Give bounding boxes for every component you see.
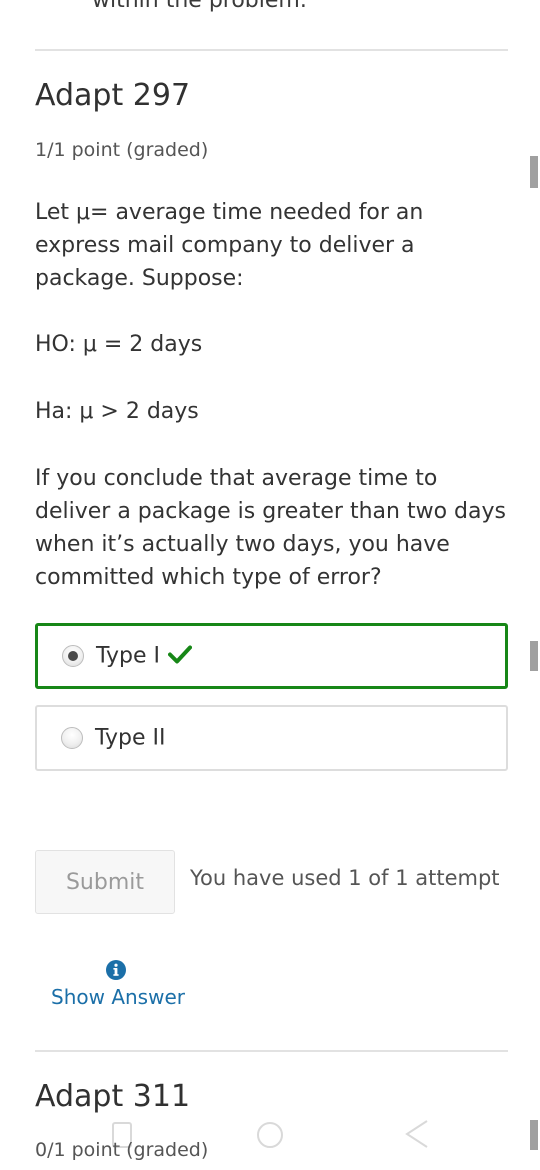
question-text: If you conclude that average time to del… xyxy=(35,466,506,590)
choice-label-type-ii: Type II xyxy=(95,725,166,751)
recent-apps-icon[interactable] xyxy=(112,1122,132,1148)
choice-type-i[interactable]: Type I xyxy=(35,623,508,689)
problem-intro: Let μ= average time needed for an expres… xyxy=(35,200,424,291)
back-icon[interactable] xyxy=(403,1119,429,1149)
scrollbar-marker xyxy=(530,156,538,188)
choice-label-type-i: Type I xyxy=(96,643,193,669)
section-divider xyxy=(35,1050,508,1052)
scrollbar-marker xyxy=(530,1120,538,1150)
next-problem-title: Adapt 311 xyxy=(35,1079,191,1114)
problem-title: Adapt 297 xyxy=(35,78,191,113)
clipped-instruction-text: within the problem. xyxy=(92,0,307,13)
info-icon[interactable] xyxy=(106,960,126,980)
problem-page: within the problem. Adapt 297 1/1 point … xyxy=(0,0,540,1170)
correct-check-icon xyxy=(168,645,193,664)
alternative-hypothesis: Ha: μ > 2 days xyxy=(35,399,199,424)
radio-type-ii[interactable] xyxy=(61,727,83,749)
submit-button[interactable]: Submit xyxy=(35,850,175,914)
attempts-counter: You have used 1 of 1 attempt xyxy=(190,866,500,890)
home-icon[interactable] xyxy=(255,1120,285,1150)
problem-points: 1/1 point (graded) xyxy=(35,139,209,161)
show-answer-link[interactable]: Show Answer xyxy=(51,985,185,1009)
scrollbar-marker xyxy=(530,641,538,671)
null-hypothesis: HO: μ = 2 days xyxy=(35,332,203,357)
choice-text-type-i: Type I xyxy=(96,643,161,669)
choice-type-ii[interactable]: Type II xyxy=(35,705,508,771)
section-divider xyxy=(35,49,508,51)
radio-type-i[interactable] xyxy=(62,645,84,667)
